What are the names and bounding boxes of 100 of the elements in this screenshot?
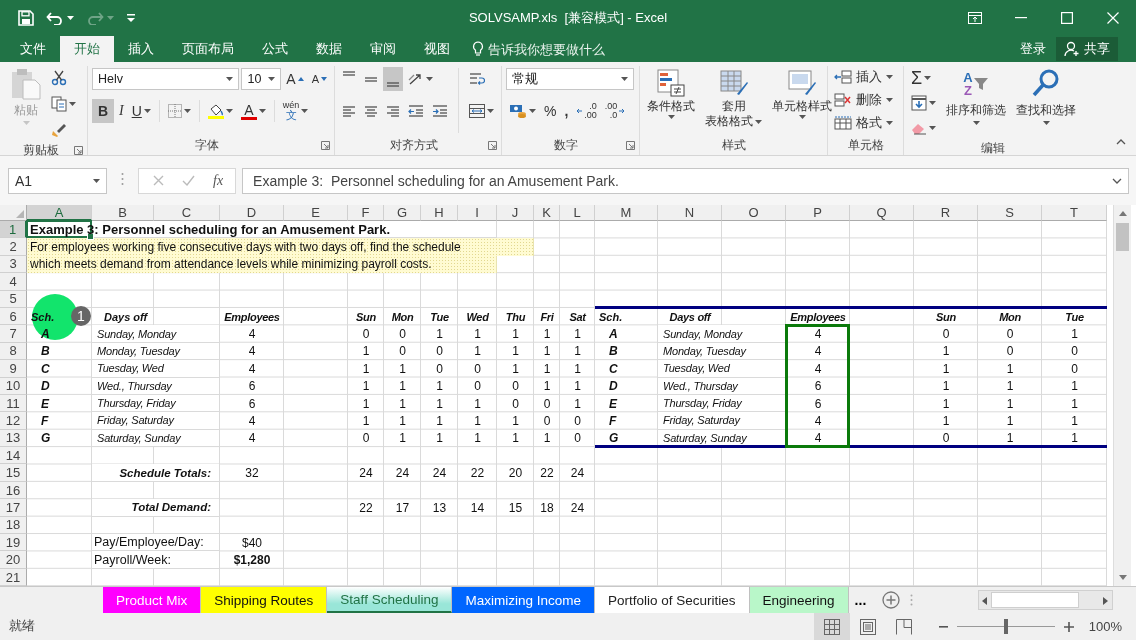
table-cell: 1	[1006, 414, 1014, 428]
column-header[interactable]: N	[658, 205, 722, 221]
column-header[interactable]: M	[595, 205, 658, 221]
increase-decimal-button[interactable]: .0 .00	[573, 99, 600, 123]
slider-thumb[interactable]	[1003, 619, 1008, 635]
row-header[interactable]: 7	[0, 325, 27, 343]
column-header[interactable]: G	[384, 205, 421, 221]
row-header[interactable]: 9	[0, 360, 27, 378]
column-header[interactable]: P	[786, 205, 850, 221]
row-header[interactable]: 14	[0, 447, 27, 465]
decrease-decimal-button[interactable]: .00 .0	[601, 99, 629, 123]
table-cell: 0	[1006, 344, 1014, 359]
sort-filter-button[interactable]: A Z 排序和筛选	[943, 66, 1009, 140]
ribbon-tab[interactable]: 文件	[6, 36, 60, 62]
column-header[interactable]: I	[458, 205, 497, 221]
view-button[interactable]	[813, 613, 850, 640]
column-header[interactable]: L	[560, 205, 595, 221]
style-button[interactable]: 条件格式	[644, 66, 698, 135]
font-name-field[interactable]: Helv	[92, 68, 240, 90]
table-cell: 1	[436, 379, 443, 394]
cells-button[interactable]: 插入	[832, 66, 899, 88]
share-button[interactable]: 共享	[1056, 37, 1118, 61]
table-cell: Days off	[104, 310, 148, 323]
row-header[interactable]: 4	[0, 273, 27, 291]
phonetic-button[interactable]: wén 文	[279, 99, 312, 123]
horizontal-scrollbar[interactable]	[978, 590, 1113, 611]
row-header[interactable]: 17	[0, 499, 27, 517]
column-header[interactable]: J	[497, 205, 534, 221]
column-header[interactable]: K	[534, 205, 560, 221]
font-color-button[interactable]: A	[237, 99, 269, 123]
insert-function-button[interactable]: fx	[213, 168, 224, 193]
column-header[interactable]: Q	[850, 205, 914, 221]
column-header[interactable]: S	[978, 205, 1042, 221]
caret-icon	[529, 109, 536, 113]
find-select-button[interactable]: 查找和选择	[1013, 66, 1079, 140]
customize-toolbar-button[interactable]	[124, 11, 138, 25]
ribbon-tab[interactable]: 插入	[114, 36, 168, 62]
more-sheets-button[interactable]: ...	[848, 587, 873, 614]
column-header[interactable]: C	[154, 205, 220, 221]
vertical-scrollbar[interactable]	[1113, 205, 1131, 587]
row-header[interactable]: 19	[0, 534, 27, 552]
underline-button[interactable]: U	[128, 99, 154, 123]
ribbon-tab[interactable]: 视图	[410, 36, 464, 62]
number-format-field[interactable]: 常规	[506, 68, 634, 90]
row-header[interactable]: 15	[0, 464, 27, 482]
grow-font-button[interactable]: A	[283, 67, 307, 91]
bold-button[interactable]: B	[92, 99, 114, 123]
table-cell: G	[41, 431, 51, 446]
column-header[interactable]: E	[284, 205, 348, 221]
table-cell: 0	[362, 327, 370, 342]
sheet-tab[interactable]: Shipping Routes	[201, 587, 328, 614]
row-header[interactable]: 2	[0, 238, 27, 256]
bottom-align-button[interactable]	[383, 67, 403, 91]
table-cell: 1	[574, 396, 581, 411]
sheet-tab[interactable]: Portfolio of Securities	[595, 587, 750, 614]
column-header[interactable]: B	[92, 205, 154, 221]
ribbon-tab[interactable]: 页面布局	[168, 36, 248, 62]
column-header[interactable]: D	[220, 205, 284, 221]
ribbon-tab[interactable]: 数据	[302, 36, 356, 62]
shrink-font-button[interactable]: A	[308, 67, 330, 91]
table-cell: Employees	[224, 310, 280, 323]
sign-in-link[interactable]: 登录	[1020, 40, 1046, 58]
scroll-thumb[interactable]	[1116, 223, 1129, 251]
font-size-field[interactable]: 10	[241, 68, 282, 90]
tell-me-field[interactable]: 告诉我你想要做什么	[472, 36, 618, 62]
italic-button[interactable]: I	[116, 99, 127, 123]
column-header[interactable]: H	[421, 205, 458, 221]
ribbon-tab[interactable]: 开始	[60, 36, 114, 62]
status-text: 就绪	[9, 618, 35, 636]
row-header[interactable]: 12	[0, 412, 27, 430]
percent-button[interactable]: %	[541, 99, 560, 123]
column-header[interactable]: A	[27, 205, 92, 221]
sheet-tab[interactable]: Maximizing Income	[452, 587, 595, 614]
table-cell: 1	[436, 414, 443, 428]
table-cell: 4	[814, 431, 822, 446]
sheet-tab[interactable]: Staff Scheduling	[327, 587, 453, 614]
row-header[interactable]: 1	[0, 221, 27, 239]
column-header[interactable]: R	[914, 205, 978, 221]
zoom-level[interactable]: 100%	[1088, 619, 1122, 635]
formula-field[interactable]: Example 3: Personnel scheduling for an Amusement Park.	[242, 167, 1129, 194]
style-button[interactable]: 套用 表格格式	[702, 66, 765, 135]
cells-button[interactable]: 删除	[832, 89, 899, 111]
column-header[interactable]: F	[348, 205, 384, 221]
column-header[interactable]: T	[1042, 205, 1107, 221]
ribbon-tab[interactable]: 公式	[248, 36, 302, 62]
scroll-thumb[interactable]	[991, 592, 1079, 609]
style-button[interactable]: 单元格样式	[769, 66, 835, 135]
caret-icon	[798, 115, 806, 120]
cells-button[interactable]: 格式	[832, 112, 899, 134]
ribbon-tab[interactable]: 审阅	[356, 36, 410, 62]
table-cell: 0	[399, 327, 406, 342]
name-box[interactable]: A1	[8, 167, 107, 194]
column-header[interactable]: O	[722, 205, 786, 221]
table-cell: 0	[436, 361, 443, 376]
autosum-button[interactable]: Σ	[908, 66, 939, 90]
save-button[interactable]	[16, 8, 36, 28]
comma-style-button[interactable]: ,	[561, 99, 572, 123]
table-cell: 6	[814, 396, 822, 411]
row-header[interactable]: 20	[0, 551, 27, 569]
sheet-tab[interactable]: Engineering	[749, 587, 849, 614]
